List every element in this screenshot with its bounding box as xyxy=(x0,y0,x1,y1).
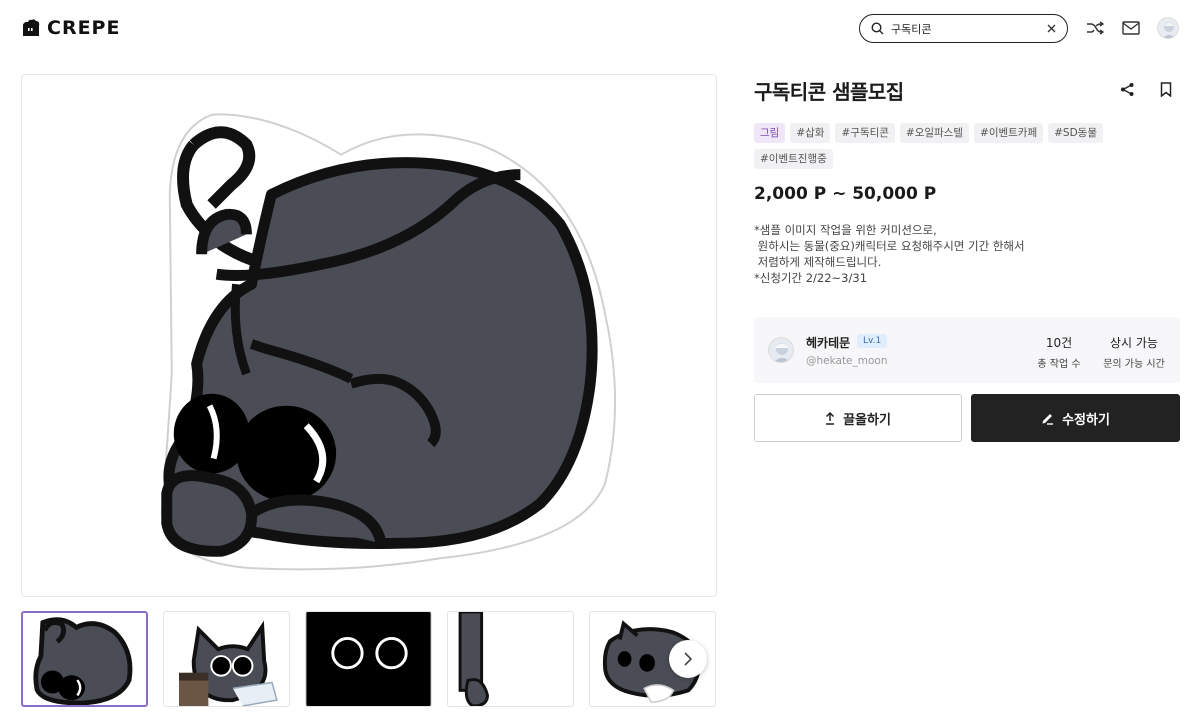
mail-icon[interactable] xyxy=(1121,18,1141,38)
category-tag[interactable]: 그림 xyxy=(754,123,786,143)
logo-mark-icon xyxy=(23,19,40,36)
description-line: 원하시는 동물(중요)캐릭터로 요청해주시면 기간 한해서 xyxy=(754,239,1025,253)
logo-text: CREPE xyxy=(47,17,121,39)
tag-chip[interactable]: #삽화 xyxy=(790,123,831,143)
seller-card[interactable]: 헤카테문 Lv.1 @hekate_moon 10건 총 작업 수 상시 가능 … xyxy=(754,317,1180,383)
tag-chip[interactable]: #구독티콘 xyxy=(835,123,895,143)
stat-inquiry-time-label: 문의 가능 시간 xyxy=(1103,359,1165,370)
description-line: 저렴하게 제작해드립니다. xyxy=(754,255,882,269)
bump-button-label: 끌올하기 xyxy=(843,412,891,428)
edit-button[interactable]: 수정하기 xyxy=(971,394,1180,442)
seller-name[interactable]: 헤카테문 xyxy=(806,334,850,351)
search-input[interactable] xyxy=(891,22,1041,35)
search-bar[interactable] xyxy=(859,14,1068,43)
tag-chip[interactable]: #오일파스텔 xyxy=(899,123,970,143)
description-line: *신청기간 2/22~3/31 xyxy=(754,271,868,285)
stat-work-count-label: 총 작업 수 xyxy=(1037,359,1081,370)
stat-work-count-value: 10건 xyxy=(1045,336,1073,350)
main-artwork-image[interactable] xyxy=(21,74,717,597)
thumbnail-2[interactable] xyxy=(163,611,290,707)
chevron-right-icon xyxy=(684,652,693,666)
price-range: 2,000 P ~ 50,000 P xyxy=(754,184,937,204)
thumbnail-strip xyxy=(21,611,717,707)
shuffle-icon[interactable] xyxy=(1085,18,1105,38)
edit-button-label: 수정하기 xyxy=(1062,412,1110,428)
black-cat-artwork xyxy=(160,113,617,571)
search-icon xyxy=(870,22,884,36)
seller-handle: @hekate_moon xyxy=(806,355,888,367)
crepe-logo[interactable]: CREPE xyxy=(21,16,120,40)
share-icon[interactable] xyxy=(1118,80,1136,98)
tag-chip[interactable]: #이벤트진행중 xyxy=(754,149,833,169)
clear-icon[interactable] xyxy=(1045,23,1057,35)
bump-button[interactable]: 끌올하기 xyxy=(754,394,962,442)
next-thumbnail-button[interactable] xyxy=(669,640,707,678)
pencil-icon xyxy=(1042,413,1054,425)
seller-avatar[interactable] xyxy=(768,337,794,363)
description-line: *샘플 이미지 작업을 위한 커미션으로, xyxy=(754,223,937,237)
thumbnail-1[interactable] xyxy=(21,611,148,707)
description: *샘플 이미지 작업을 위한 커미션으로, 원하시는 동물(중요)캐릭터로 요청… xyxy=(754,222,1174,286)
tag-list: 그림 #삽화 #구독티콘 #오일파스텔 #이벤트카페 #SD동물 #이벤트진행중 xyxy=(754,123,1174,169)
tag-chip[interactable]: #SD동물 xyxy=(1048,123,1103,143)
user-avatar[interactable] xyxy=(1157,17,1179,39)
stat-inquiry-time-value: 상시 가능 xyxy=(1110,336,1158,350)
listing-title: 구독티콘 샘플모집 xyxy=(754,80,904,104)
upload-icon xyxy=(826,411,835,425)
bookmark-icon[interactable] xyxy=(1157,80,1175,98)
tag-chip[interactable]: #이벤트카페 xyxy=(974,123,1044,143)
thumbnail-3[interactable] xyxy=(305,611,432,707)
thumbnail-4[interactable] xyxy=(447,611,574,707)
seller-level-badge: Lv.1 xyxy=(857,334,888,348)
